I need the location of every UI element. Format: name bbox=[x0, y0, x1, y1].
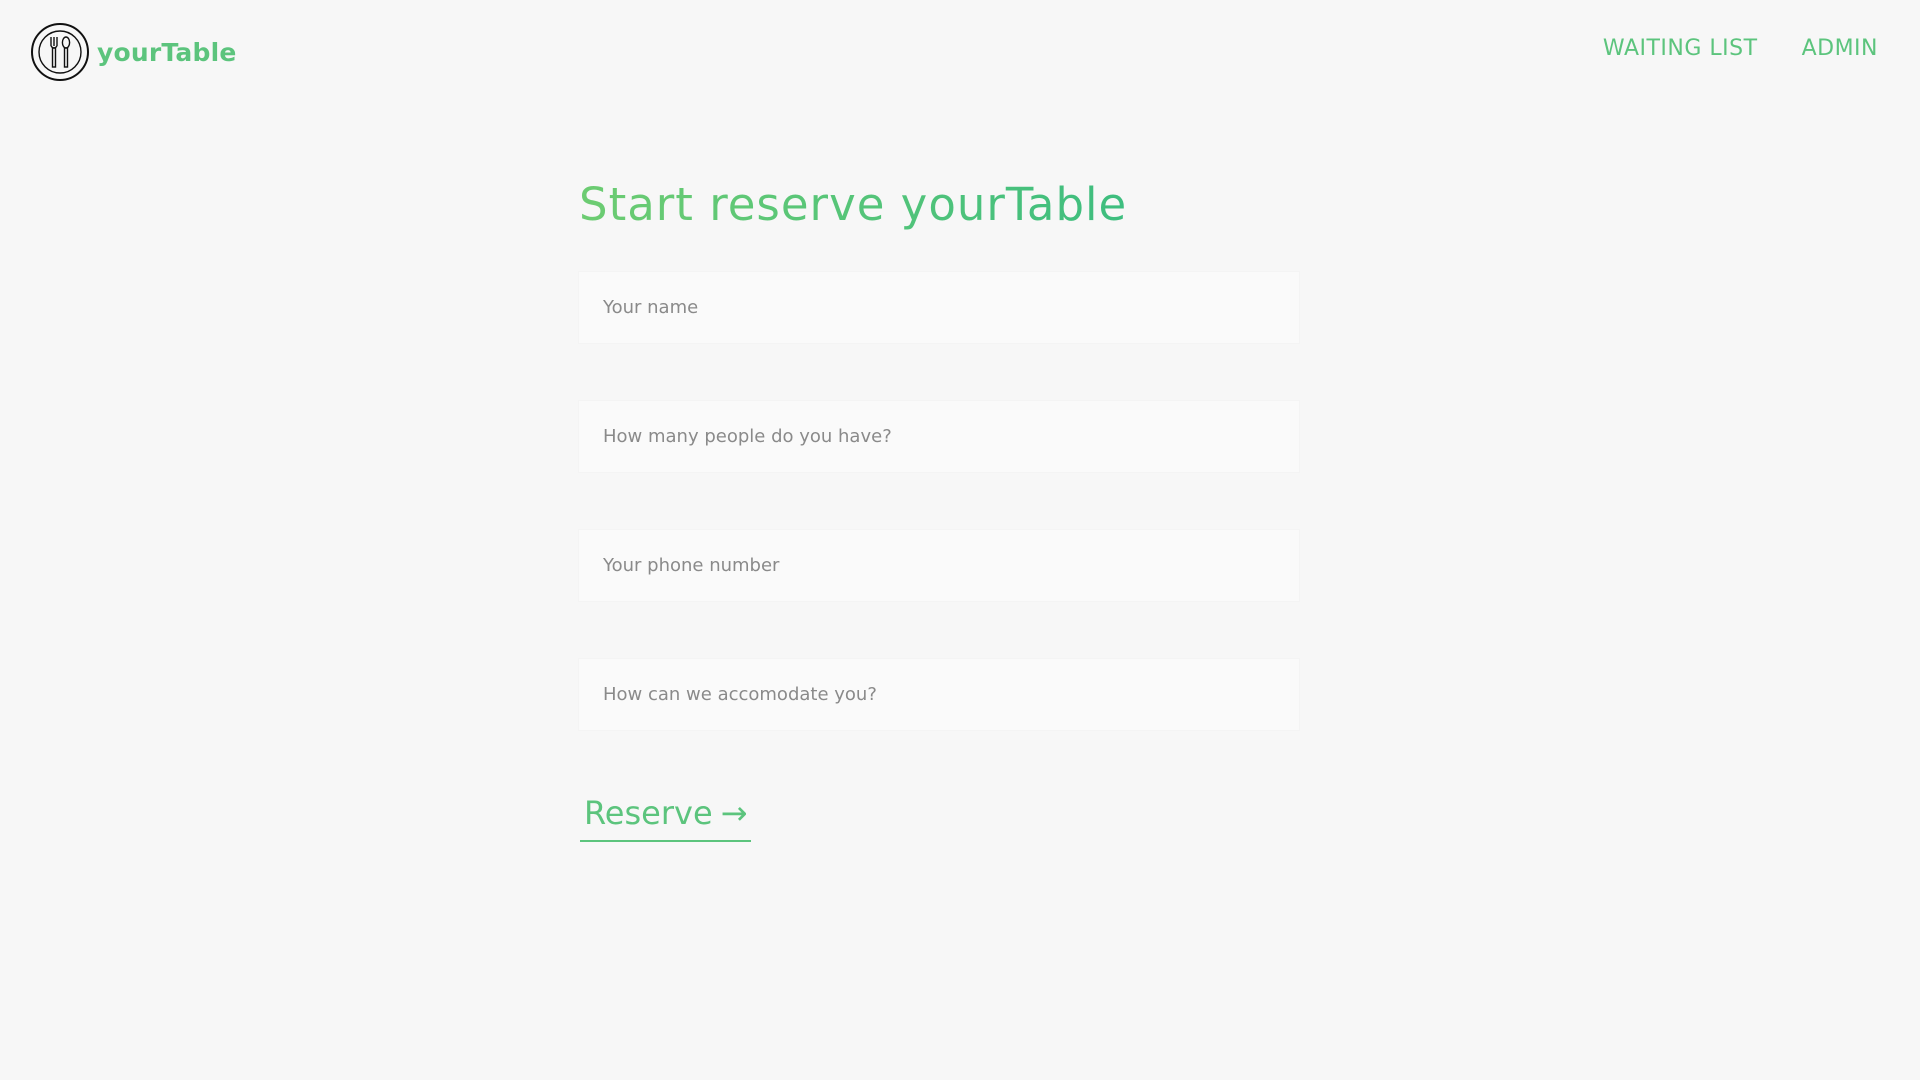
reserve-button-label: Reserve bbox=[584, 794, 713, 832]
reservation-section: Start reserve yourTable Reserve → bbox=[579, 175, 1299, 842]
nav-waiting-list[interactable]: WAITING LIST bbox=[1603, 36, 1758, 61]
brand-link[interactable]: yourTable bbox=[30, 22, 237, 82]
reserve-button[interactable]: Reserve → bbox=[580, 794, 752, 842]
arrow-right-icon: → bbox=[720, 794, 748, 832]
top-nav: WAITING LIST ADMIN bbox=[1603, 36, 1878, 61]
people-count-input[interactable] bbox=[579, 401, 1299, 472]
nav-admin[interactable]: ADMIN bbox=[1802, 36, 1878, 61]
phone-input[interactable] bbox=[579, 530, 1299, 601]
header: yourTable WAITING LIST ADMIN bbox=[0, 0, 1920, 102]
plate-fork-spoon-icon bbox=[31, 23, 89, 81]
page-title: Start reserve yourTable bbox=[579, 175, 1299, 235]
name-input[interactable] bbox=[579, 272, 1299, 343]
accommodation-input[interactable] bbox=[579, 659, 1299, 730]
reservation-form: Reserve → bbox=[579, 272, 1299, 842]
brand-name: yourTable bbox=[97, 37, 237, 67]
